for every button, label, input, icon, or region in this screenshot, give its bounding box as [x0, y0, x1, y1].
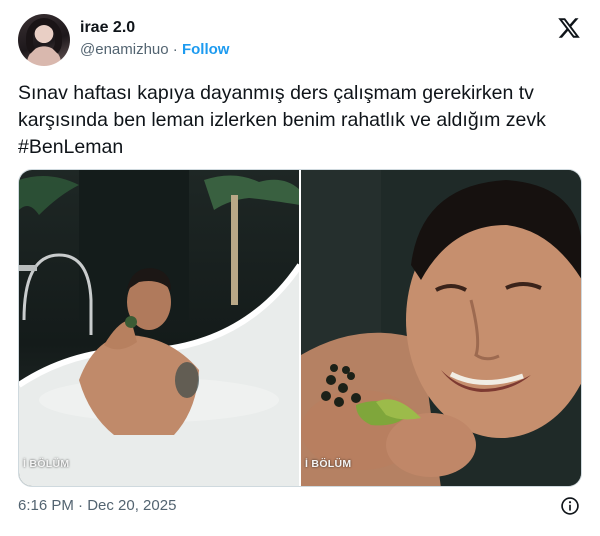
x-logo-icon[interactable] — [556, 16, 582, 40]
user-info: irae 2.0 @enamizhuo · Follow — [80, 18, 229, 60]
tweet-footer: 6:16 PM · Dec 20, 2025 — [18, 495, 582, 517]
follow-button[interactable]: Follow — [182, 41, 230, 58]
avatar[interactable] — [18, 14, 70, 66]
photo-bathtub[interactable]: İ BÖLÜM — [19, 170, 299, 486]
timestamp[interactable]: 6:16 PM · Dec 20, 2025 — [18, 495, 582, 517]
bathtub-scene-illustration — [19, 170, 299, 486]
tweet-text: Sınav haftası kapıya dayanmış ders çalış… — [18, 82, 552, 158]
photo-caption: İ BÖLÜM — [305, 458, 352, 470]
separator-dot: · — [172, 41, 178, 58]
smiling-man-illustration — [301, 170, 581, 486]
handle-row: @enamizhuo · Follow — [80, 40, 229, 60]
info-icon[interactable] — [560, 496, 580, 516]
tweet-header: irae 2.0 @enamizhuo · Follow — [18, 14, 582, 66]
handle[interactable]: @enamizhuo — [80, 41, 169, 58]
photo-closeup[interactable]: İ BÖLÜM — [301, 170, 581, 486]
display-name[interactable]: irae 2.0 — [80, 18, 229, 38]
photo-caption: İ BÖLÜM — [23, 458, 70, 470]
media-grid: İ BÖLÜM İ BÖLÜM — [18, 169, 582, 487]
